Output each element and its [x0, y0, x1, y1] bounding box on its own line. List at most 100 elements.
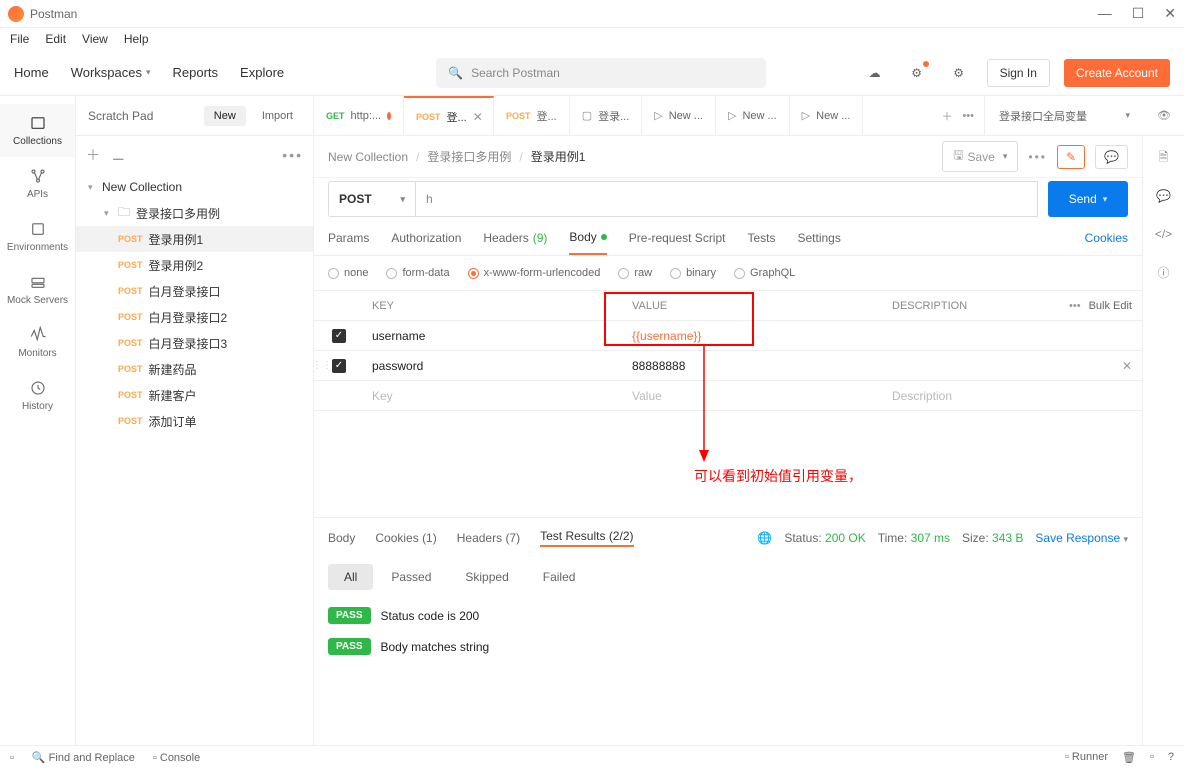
more-icon[interactable]: •••	[282, 147, 303, 163]
tab[interactable]: ▷New ...	[716, 96, 790, 135]
documentation-icon[interactable]: 🗎	[1154, 148, 1174, 168]
add-tab-icon[interactable]: ＋	[941, 108, 952, 124]
leftbar-collections[interactable]: Collections	[0, 104, 75, 157]
trash-icon[interactable]: 🗑	[1122, 751, 1136, 764]
key-cell[interactable]: username	[364, 329, 624, 343]
tab-overflow-icon[interactable]: •••	[962, 110, 974, 122]
tab[interactable]: GEThttp:...	[314, 96, 404, 135]
radio-form-data[interactable]: form-data	[386, 267, 449, 279]
menu-view[interactable]: View	[82, 32, 108, 46]
close-icon[interactable]: ✕	[473, 110, 483, 124]
environment-selector[interactable]: 登录接口全局变量▾	[984, 96, 1144, 135]
help-icon[interactable]: ?	[1168, 751, 1174, 764]
hide-sidebar-icon[interactable]: ▫	[10, 752, 14, 764]
radio-graphql[interactable]: GraphQL	[734, 267, 795, 279]
filter-passed[interactable]: Passed	[375, 564, 447, 590]
checkbox-icon[interactable]: ✓	[332, 329, 346, 343]
info-icon[interactable]: ⓘ	[1154, 262, 1174, 282]
request-row[interactable]: POST添加订单	[76, 408, 313, 434]
tab[interactable]: POST登...	[494, 96, 570, 135]
minimize-icon[interactable]: —	[1098, 5, 1112, 22]
drag-handle-icon[interactable]: ⋮⋮	[312, 360, 332, 371]
import-button[interactable]: Import	[254, 106, 301, 126]
save-button[interactable]: 🖫Save▾	[942, 141, 1018, 172]
delete-row-icon[interactable]: ✕	[1122, 359, 1132, 373]
tab-tests[interactable]: Tests	[747, 220, 775, 255]
menu-file[interactable]: File	[10, 32, 29, 46]
radio-urlencoded[interactable]: x-www-form-urlencoded	[468, 267, 601, 279]
add-icon[interactable]: ＋	[86, 145, 100, 165]
globe-icon[interactable]: 🌐	[757, 531, 772, 545]
value-cell[interactable]: 88888888	[624, 359, 884, 373]
sync-icon[interactable]: ☁	[861, 59, 889, 87]
cookies-link[interactable]: Cookies	[1085, 231, 1128, 245]
request-row[interactable]: POST新建客户	[76, 382, 313, 408]
request-row[interactable]: POST白月登录接口3	[76, 330, 313, 356]
workspaces-button[interactable]: Workspaces▾	[71, 65, 151, 80]
breadcrumb-collection[interactable]: New Collection	[328, 150, 408, 164]
send-button[interactable]: Send▾	[1048, 181, 1128, 217]
method-select[interactable]: POST▾	[328, 181, 416, 217]
table-options-icon[interactable]: •••	[1069, 300, 1081, 312]
table-row-empty[interactable]: Key Value Description	[314, 381, 1142, 411]
breadcrumb-folder[interactable]: 登录接口多用例	[427, 148, 511, 165]
collection-row[interactable]: ▾New Collection	[76, 174, 313, 200]
search-input[interactable]: 🔍 Search Postman	[436, 58, 766, 88]
comments-icon[interactable]: 💬	[1154, 186, 1174, 206]
explore-button[interactable]: Explore	[240, 65, 284, 80]
table-row[interactable]: ✓ username {{username}}	[314, 321, 1142, 351]
console-button[interactable]: ▫ Console	[153, 752, 200, 764]
menu-edit[interactable]: Edit	[45, 32, 66, 46]
tab-params[interactable]: Params	[328, 220, 369, 255]
desc-placeholder[interactable]: Description	[884, 389, 1082, 403]
tab-body[interactable]: Body	[569, 220, 606, 255]
filter-all[interactable]: All	[328, 564, 373, 590]
leftbar-history[interactable]: History	[0, 369, 75, 422]
tab[interactable]: ▷New ...	[790, 96, 864, 135]
bulk-edit-link[interactable]: Bulk Edit	[1089, 300, 1132, 312]
tab-settings[interactable]: Settings	[798, 220, 841, 255]
response-tests-tab[interactable]: Test Results (2/2)	[540, 529, 633, 547]
radio-none[interactable]: none	[328, 267, 368, 279]
tab-prerequest[interactable]: Pre-request Script	[629, 220, 726, 255]
menu-help[interactable]: Help	[124, 32, 149, 46]
value-cell[interactable]: {{username}}	[624, 329, 884, 343]
tab[interactable]: ▷New ...	[642, 96, 716, 135]
edit-icon[interactable]: ✎	[1057, 145, 1085, 169]
tab[interactable]: ▢登录...	[570, 96, 643, 135]
folder-row[interactable]: ▾🗀登录接口多用例	[76, 200, 313, 226]
reports-button[interactable]: Reports	[173, 65, 219, 80]
radio-binary[interactable]: binary	[670, 267, 716, 279]
home-button[interactable]: Home	[14, 65, 49, 80]
checkbox-icon[interactable]: ✓	[332, 359, 346, 373]
response-body-tab[interactable]: Body	[328, 531, 355, 545]
key-cell[interactable]: password	[364, 359, 624, 373]
tab-headers[interactable]: Headers (9)	[483, 220, 547, 255]
filter-failed[interactable]: Failed	[527, 564, 592, 590]
response-cookies-tab[interactable]: Cookies (1)	[375, 531, 436, 545]
request-row[interactable]: POST白月登录接口	[76, 278, 313, 304]
leftbar-monitors[interactable]: Monitors	[0, 316, 75, 369]
new-button[interactable]: New	[204, 106, 246, 126]
close-icon[interactable]: ✕	[1164, 5, 1176, 22]
radio-raw[interactable]: raw	[618, 267, 652, 279]
layout-icon[interactable]: ▫	[1150, 751, 1154, 764]
request-row[interactable]: POST登录用例1	[76, 226, 313, 252]
key-placeholder[interactable]: Key	[364, 389, 624, 403]
filter-skipped[interactable]: Skipped	[449, 564, 524, 590]
code-icon[interactable]: </>	[1154, 224, 1174, 244]
leftbar-apis[interactable]: APIs	[0, 157, 75, 210]
request-row[interactable]: POST白月登录接口2	[76, 304, 313, 330]
save-response-button[interactable]: Save Response ▾	[1035, 531, 1128, 545]
tab[interactable]: POST登...✕	[404, 96, 494, 135]
settings-icon[interactable]: ⚙	[945, 59, 973, 87]
maximize-icon[interactable]: ☐	[1132, 5, 1145, 22]
leftbar-mock-servers[interactable]: Mock Servers	[0, 263, 75, 316]
filter-icon[interactable]: ⚊	[112, 147, 125, 164]
sign-in-button[interactable]: Sign In	[987, 59, 1050, 87]
comment-icon[interactable]: 💬	[1095, 145, 1128, 169]
create-account-button[interactable]: Create Account	[1064, 59, 1170, 87]
capture-icon[interactable]: ⚙	[903, 59, 931, 87]
value-placeholder[interactable]: Value	[624, 389, 884, 403]
options-icon[interactable]: •••	[1028, 150, 1047, 164]
